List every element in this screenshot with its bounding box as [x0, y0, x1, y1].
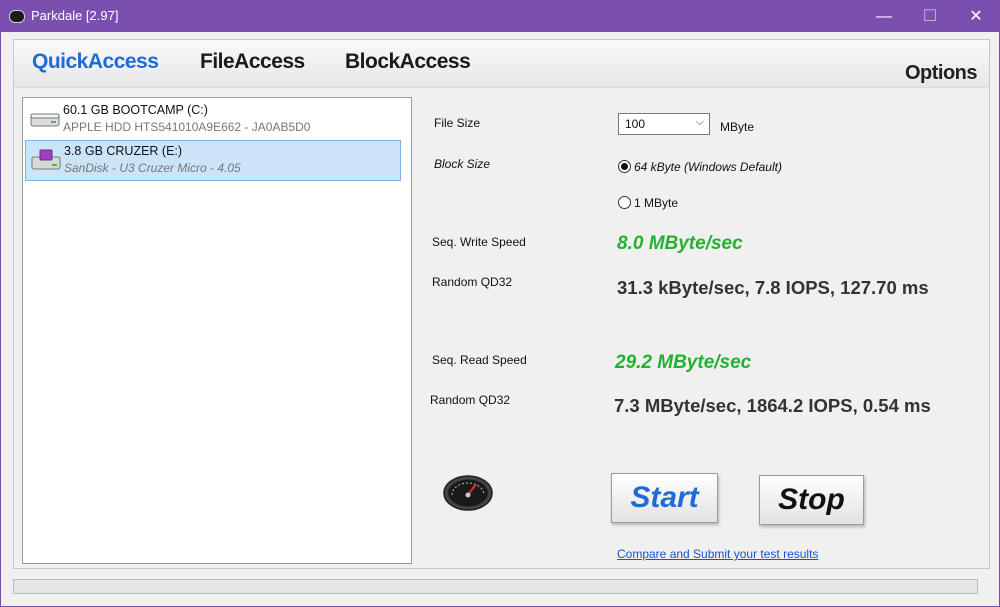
tab-strip: QuickAccess FileAccess BlockAccess Optio…	[13, 39, 990, 88]
random-write-value: 31.3 kByte/sec, 7.8 IOPS, 127.70 ms	[617, 277, 929, 298]
seq-read-label: Seq. Read Speed	[432, 353, 527, 367]
quickaccess-panel: 60.1 GB BOOTCAMP (C:) APPLE HDD HTS54101…	[13, 87, 990, 569]
hdd-icon	[30, 113, 60, 127]
file-size-value: 100	[625, 117, 646, 131]
usb-drive-icon	[31, 149, 61, 170]
drive-name: 60.1 GB BOOTCAMP (C:)	[63, 103, 208, 117]
window-title: Parkdale [2.97]	[31, 8, 119, 23]
seq-write-label: Seq. Write Speed	[432, 235, 526, 249]
drive-item-c[interactable]: 60.1 GB BOOTCAMP (C:) APPLE HDD HTS54101…	[25, 100, 399, 139]
tab-fileaccess[interactable]: FileAccess	[200, 50, 305, 74]
drive-name: 3.8 GB CRUZER (E:)	[64, 144, 183, 158]
chevron-down-icon: ⌵	[695, 116, 704, 128]
close-button[interactable]: ✕	[953, 1, 999, 32]
app-icon	[9, 10, 25, 23]
file-size-select[interactable]: 100 ⌵	[618, 113, 710, 135]
seq-read-value: 29.2 MByte/sec	[615, 352, 752, 373]
random-read-value: 7.3 MByte/sec, 1864.2 IOPS, 0.54 ms	[614, 395, 931, 416]
maximize-button[interactable]: ☐	[907, 1, 953, 32]
tab-blockaccess[interactable]: BlockAccess	[345, 50, 471, 74]
block-size-label: Block Size	[434, 157, 491, 171]
random-read-label: Random QD32	[430, 393, 511, 407]
progress-bar	[13, 579, 978, 594]
drive-detail: APPLE HDD HTS541010A9E662 - JA0AB5D0	[63, 120, 311, 134]
speedometer-icon	[443, 475, 493, 511]
block-1m-label[interactable]: 1 MByte	[634, 196, 678, 210]
block-64k-radio[interactable]	[618, 160, 631, 173]
file-size-label: File Size	[434, 116, 481, 130]
minimize-button[interactable]: —	[861, 1, 907, 32]
tab-quickaccess[interactable]: QuickAccess	[32, 50, 159, 74]
start-button[interactable]: Start	[611, 473, 718, 523]
block-1m-radio[interactable]	[618, 196, 631, 209]
stop-button[interactable]: Stop	[759, 475, 864, 525]
title-bar[interactable]: Parkdale [2.97] — ☐ ✕	[1, 1, 999, 32]
drive-list[interactable]: 60.1 GB BOOTCAMP (C:) APPLE HDD HTS54101…	[22, 97, 412, 564]
options-menu[interactable]: Options	[905, 62, 978, 85]
random-write-label: Random QD32	[432, 275, 513, 289]
app-window: Parkdale [2.97] — ☐ ✕ QuickAccess FileAc…	[0, 0, 1000, 607]
block-64k-label[interactable]: 64 kByte (Windows Default)	[634, 160, 782, 174]
compare-submit-link[interactable]: Compare and Submit your test results	[617, 547, 818, 561]
seq-write-value: 8.0 MByte/sec	[617, 233, 743, 254]
file-size-unit: MByte	[720, 120, 755, 134]
drive-item-e[interactable]: 3.8 GB CRUZER (E:) SanDisk - U3 Cruzer M…	[25, 140, 401, 181]
drive-detail: SanDisk - U3 Cruzer Micro - 4.05	[64, 161, 241, 175]
